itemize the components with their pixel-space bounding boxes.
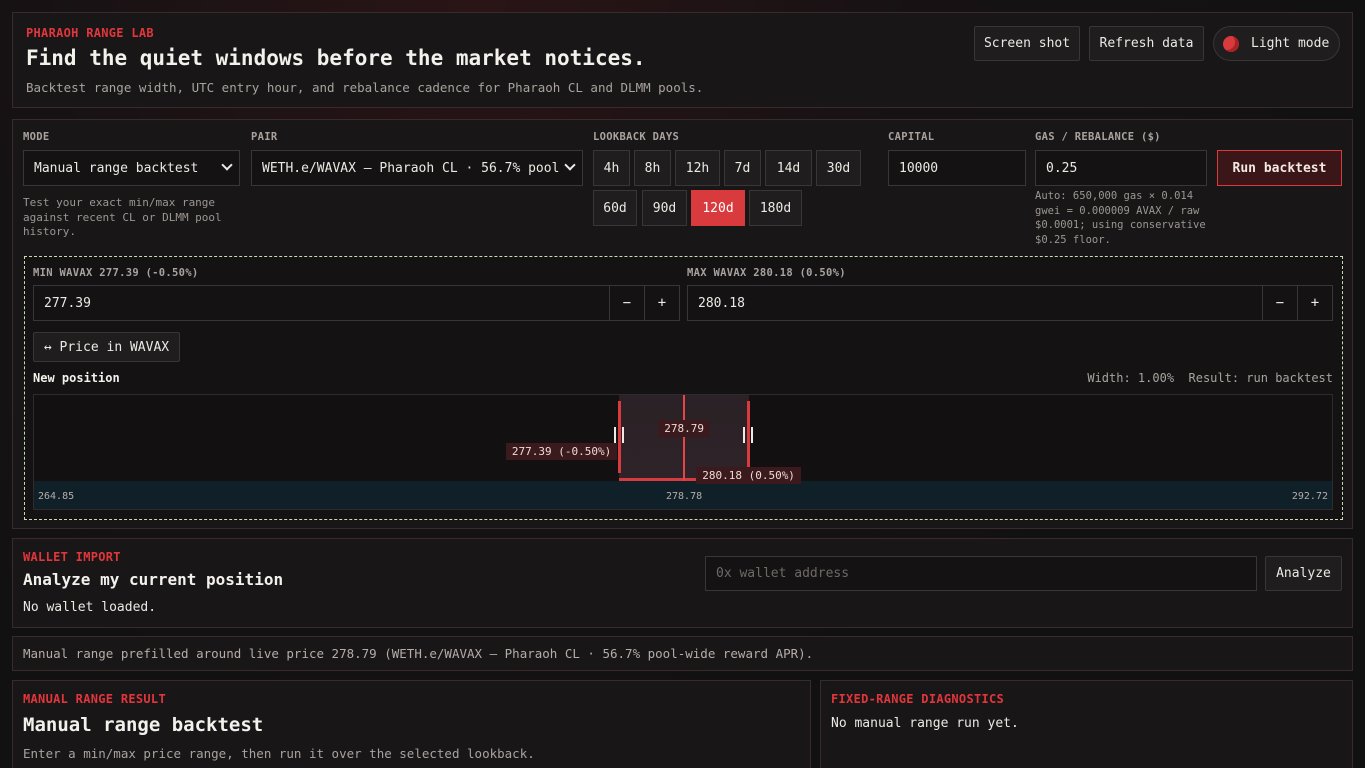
range-editor: MIN WAVAX 277.39 (-0.50%) 277.39 − + MAX… [24,256,1343,520]
max-price-field: 280.18 − + [687,285,1333,321]
wallet-address-placeholder: 0x wallet address [716,566,850,581]
current-price-line [683,395,686,481]
diagnostics-text: No manual range run yet. [831,716,1019,731]
result-title: Manual range backtest [23,714,264,736]
diagnostics-kicker: FIXED-RANGE DIAGNOSTICS [831,692,1005,706]
range-width-text: Width: 1.00% [1087,371,1175,385]
analyze-button[interactable]: Analyze [1265,556,1342,591]
lookback-option-14d[interactable]: 14d [765,150,812,186]
mode-select[interactable]: Manual range backtest [23,150,240,186]
app-kicker: PHARAOH RANGE LAB [26,26,154,40]
lookback-option-12h[interactable]: 12h [675,150,720,186]
min-price-input[interactable]: 277.39 [44,296,91,311]
moon-icon [1223,35,1239,52]
lookback-option-60d[interactable]: 60d [593,190,637,226]
header-panel: PHARAOH RANGE LAB Find the quiet windows… [12,12,1353,108]
gas-help: Auto: 650,000 gas × 0.014 gwei = 0.00000… [1035,190,1206,246]
run-backtest-button[interactable]: Run backtest [1217,150,1342,186]
lookback-option-90d[interactable]: 90d [642,190,687,226]
max-drag-handle[interactable] [743,427,754,443]
max-decrement-button[interactable]: − [1262,286,1297,320]
lookback-option-8h[interactable]: 8h [634,150,671,186]
price-range-chart[interactable]: 278.79 277.39 (-0.50%) 280.18 (0.50%) 26… [33,394,1333,510]
axis-left-label: 264.85 [38,491,75,502]
max-price-label: MAX WAVAX 280.18 (0.50%) [687,267,846,279]
screenshot-button[interactable]: Screen shot [974,26,1080,61]
theme-toggle[interactable]: Light mode [1213,26,1340,61]
capital-input[interactable]: 10000 [888,150,1026,186]
lookback-option-30d[interactable]: 30d [816,150,861,186]
mode-select-value: Manual range backtest [34,160,199,176]
backtest-controls-panel: MODE Manual range backtest Test your exa… [12,119,1353,529]
lookback-option-120d[interactable]: 120d [691,190,745,226]
page-title: Find the quiet windows before the market… [26,46,646,70]
pair-label: PAIR [251,131,278,143]
result-text: Enter a min/max price range, then run it… [23,746,535,761]
wallet-kicker: WALLET IMPORT [23,550,121,564]
position-title: New position [33,371,120,385]
max-price-tag: 280.18 (0.50%) [696,467,801,484]
result-kicker: MANUAL RANGE RESULT [23,692,166,706]
chevron-down-icon [221,159,233,171]
min-price-label: MIN WAVAX 277.39 (-0.50%) [33,267,199,279]
axis-mid-label: 278.78 [666,491,703,502]
page-subtitle: Backtest range width, UTC entry hour, an… [26,80,704,95]
diagnostics-panel: FIXED-RANGE DIAGNOSTICS No manual range … [820,680,1353,768]
theme-toggle-label: Light mode [1251,36,1330,51]
wallet-import-panel: WALLET IMPORT Analyze my current positio… [12,538,1353,628]
axis-right-label: 292.72 [1291,491,1328,502]
lookback-label: LOOKBACK DAYS [593,131,680,143]
refresh-data-button[interactable]: Refresh data [1089,26,1204,61]
max-price-input[interactable]: 280.18 [698,296,745,311]
capital-label: CAPITAL [888,131,935,143]
min-increment-button[interactable]: + [644,286,679,320]
wallet-title: Analyze my current position [23,570,284,589]
price-denomination-toggle[interactable]: ↔ Price in WAVAX [33,332,180,362]
mode-label: MODE [23,131,50,143]
min-drag-handle[interactable] [613,427,624,443]
lookback-option-7d[interactable]: 7d [724,150,761,186]
current-price-tag: 278.79 [658,420,710,437]
wallet-status: No wallet loaded. [23,600,157,615]
pair-select[interactable]: WETH.e/WAVAX — Pharaoh CL · 56.7% pool [251,150,583,186]
min-price-field: 277.39 − + [33,285,680,321]
max-increment-button[interactable]: + [1297,286,1332,320]
position-meta: Width: 1.00% Result: run backtest [1087,371,1333,385]
lookback-option-180d[interactable]: 180d [749,190,802,226]
pair-select-value: WETH.e/WAVAX — Pharaoh CL · 56.7% pool [262,160,560,176]
gas-label: GAS / REBALANCE ($) [1035,131,1161,143]
min-price-tag: 277.39 (-0.50%) [505,443,618,460]
mode-help: Test your exact min/max range against re… [23,196,222,238]
min-decrement-button[interactable]: − [609,286,644,320]
wallet-address-input[interactable]: 0x wallet address [705,556,1257,591]
gas-input[interactable]: 0.25 [1035,150,1207,186]
chevron-down-icon [564,159,576,171]
result-status-text: Result: run backtest [1188,371,1334,385]
status-notice: Manual range prefilled around live price… [12,636,1353,671]
status-notice-text: Manual range prefilled around live price… [23,646,814,661]
manual-result-panel: MANUAL RANGE RESULT Manual range backtes… [12,680,811,768]
lookback-option-4h[interactable]: 4h [593,150,630,186]
